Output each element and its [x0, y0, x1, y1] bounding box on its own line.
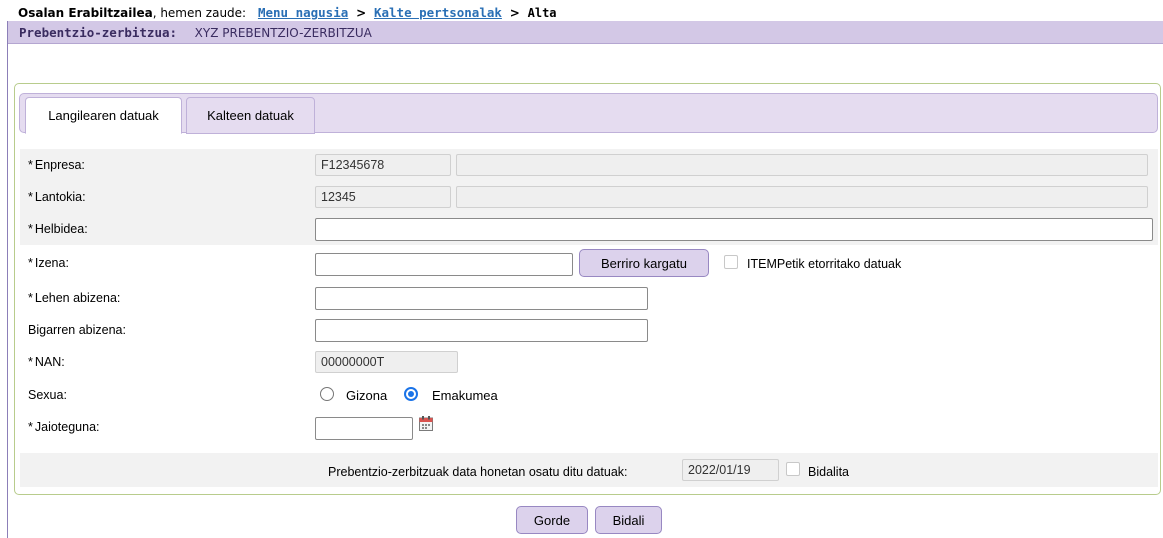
radio-emakumea-label: Emakumea: [432, 388, 498, 403]
breadcrumb-separator: >: [509, 6, 520, 20]
nan-label: * NAN:: [28, 355, 65, 369]
radio-emakumea[interactable]: [404, 387, 418, 401]
lantokia-name-field: [456, 186, 1148, 208]
enpresa-label: * Enpresa:: [28, 158, 85, 172]
row-jaioteguna: * Jaioteguna:: [20, 411, 1158, 443]
save-button[interactable]: Gorde: [516, 506, 588, 534]
user-name: Osalan Erabiltzailea: [18, 6, 153, 20]
send-button[interactable]: Bidali: [595, 506, 662, 534]
lehen-abizena-input[interactable]: [315, 287, 648, 310]
bigarren-abizena-label: Bigarren abizena:: [28, 323, 126, 337]
tab-kalteen-datuak[interactable]: Kalteen datuak: [186, 97, 315, 134]
row-nan: * NAN:: [20, 346, 1158, 378]
sexua-label: Sexua:: [28, 388, 67, 402]
itemp-checkbox[interactable]: [724, 255, 738, 269]
service-label: Prebentzio-zerbitzua:: [19, 25, 178, 40]
breadcrumb-current: Alta: [527, 6, 557, 20]
service-bar: Prebentzio-zerbitzua: XYZ PREBENTZIO-ZER…: [7, 21, 1163, 44]
tab-langilearen-datuak[interactable]: Langilearen datuak: [25, 97, 182, 134]
itemp-checkbox-label: ITEMPetik etorritako datuak: [747, 257, 902, 271]
service-value: XYZ PREBENTZIO-ZERBITZUA: [194, 26, 372, 40]
breadcrumb-link-kalte-pertsonalak[interactable]: Kalte pertsonalak: [374, 5, 502, 20]
nan-field: 00000000T: [315, 351, 458, 373]
jaioteguna-label: * Jaioteguna:: [28, 420, 100, 434]
breadcrumb: Osalan Erabiltzailea, hemen zaude: Menu …: [0, 0, 1163, 22]
completion-date-field: 2022/01/19: [682, 459, 779, 481]
helbidea-label: * Helbidea:: [28, 222, 88, 236]
radio-gizona[interactable]: [320, 387, 334, 401]
completion-date-text: Prebentzio-zerbitzuak data honetan osatu…: [328, 465, 628, 479]
lehen-abizena-label: * Lehen abizena:: [28, 291, 121, 305]
reload-button[interactable]: Berriro kargatu: [579, 249, 709, 277]
lantokia-label: * Lantokia:: [28, 190, 86, 204]
location-text: , hemen zaude:: [152, 6, 247, 20]
helbidea-input[interactable]: [315, 218, 1153, 241]
bidalita-checkbox[interactable]: [786, 462, 800, 476]
row-sexua: Sexua:: [20, 379, 1158, 411]
bidalita-label: Bidalita: [808, 465, 849, 479]
breadcrumb-separator: >: [356, 6, 367, 20]
jaioteguna-input[interactable]: [315, 417, 413, 440]
enpresa-name-field: [456, 154, 1148, 176]
radio-gizona-label: Gizona: [346, 388, 388, 403]
breadcrumb-link-menu-nagusia[interactable]: Menu nagusia: [258, 5, 348, 20]
bigarren-abizena-input[interactable]: [315, 319, 648, 342]
izena-input[interactable]: [315, 253, 573, 276]
lantokia-code-field: 12345: [315, 186, 451, 208]
calendar-icon[interactable]: [419, 416, 433, 431]
left-border: [7, 21, 8, 538]
izena-label: * Izena:: [28, 256, 69, 270]
enpresa-code-field: F12345678: [315, 154, 451, 176]
